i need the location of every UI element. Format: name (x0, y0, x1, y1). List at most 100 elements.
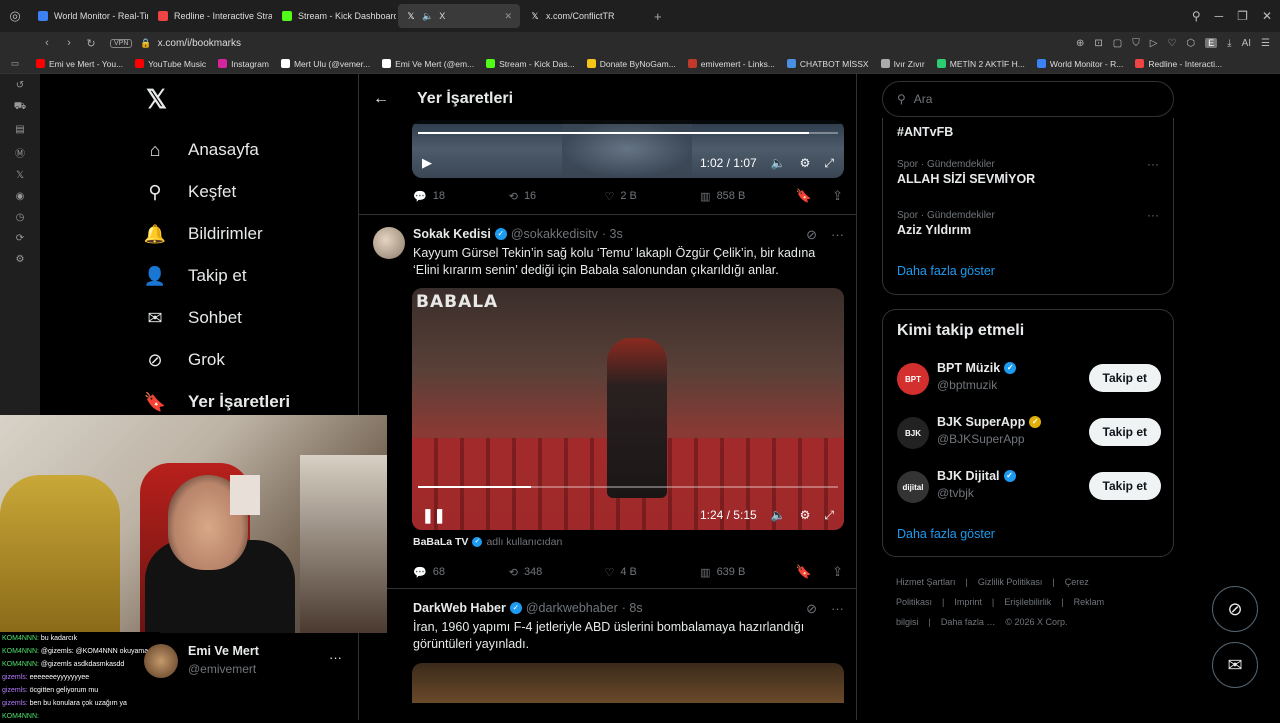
nav-item-1[interactable]: ⚲ Keşfet (140, 171, 360, 213)
play-icon[interactable]: ▶ (422, 155, 432, 171)
bookmark-icon[interactable]: 🔖 (796, 564, 812, 580)
suggestion-row[interactable]: BJK BJK SuperApp ✓ @BJKSuperApp Takip et (897, 414, 1161, 454)
sidebar-toggle-icon[interactable]: ▭ (0, 58, 30, 69)
settings-icon[interactable]: ⚙ (800, 156, 811, 170)
more-icon[interactable]: ··· (831, 227, 844, 243)
nav-item-5[interactable]: ⊘ Grok (140, 339, 360, 381)
show-more-link[interactable]: Daha fazla göster (897, 264, 995, 278)
bookmark-item[interactable]: Instagram (212, 59, 275, 69)
bookmark-item[interactable]: Redline - Interacti... (1129, 59, 1228, 69)
close-window-icon[interactable]: ✕ (1262, 9, 1272, 23)
minimize-icon[interactable]: ─ (1215, 9, 1224, 23)
trend-item[interactable]: Spor · Gündemdekiler ALLAH SİZİ SEVMİYOR… (897, 157, 1159, 186)
close-tab-icon[interactable]: ✕ (504, 11, 512, 22)
footer-link[interactable]: Gizlilik Politikası (978, 577, 1043, 587)
show-more-link[interactable]: Daha fazla göster (897, 527, 995, 541)
messages-fab-button[interactable]: ✉ (1212, 642, 1258, 688)
ai-icon[interactable]: AI (1242, 38, 1251, 49)
nav-item-3[interactable]: 👤 Takip et (140, 255, 360, 297)
browser-tab-active[interactable]: 𝕏 🔈 X ✕ (398, 4, 520, 28)
shield-icon[interactable]: ⛉ (1132, 38, 1140, 49)
share-icon[interactable]: ⇪ (832, 188, 843, 204)
bookmark-icon[interactable]: 🔖 (796, 188, 812, 204)
bookmark-item[interactable]: Ivır Zıvır (875, 59, 931, 69)
source-name[interactable]: BaBaLa TV (413, 536, 468, 548)
tweet[interactable]: Sokak Kedisi ✓ @sokakkedisitv · 3s ⊘ ···… (359, 214, 856, 584)
author-handle[interactable]: @darkwebhaber (526, 601, 618, 615)
browser-tab[interactable]: Stream - Kick Dashboard (274, 4, 396, 28)
bag-icon[interactable]: ⛟ (14, 101, 27, 114)
account-switcher[interactable]: Emi Ve Mert @emivemert ··· (140, 640, 358, 684)
tweet-time[interactable]: · 8s (622, 601, 643, 615)
author-handle[interactable]: @sokakkedisitv (511, 227, 598, 241)
url-field[interactable]: x.com/i/bookmarks (158, 38, 241, 49)
browser-tab[interactable]: Redline - Interactive Strat (150, 4, 272, 28)
nav-item-2[interactable]: 🔔 Bildirimler (140, 213, 360, 255)
settings-icon[interactable]: ⚙ (16, 254, 25, 265)
suggestion-row[interactable]: dijital BJK Dijital ✓ @tvbjk Takip et (897, 468, 1161, 508)
bookmark-item[interactable]: CHATBOT MİSSX (781, 59, 875, 69)
extensions-icon[interactable]: ⬡ (1186, 38, 1195, 49)
views-button[interactable]: ▥ 858 B (700, 190, 796, 203)
bookmark-item[interactable]: Stream - Kick Das... (480, 59, 581, 69)
volume-icon[interactable]: 🔈 (771, 156, 786, 170)
vpn-badge[interactable]: VPN (110, 38, 133, 48)
clock-icon[interactable]: ◷ (16, 212, 25, 223)
browser-tab[interactable]: 𝕏x.com/ConflictTR (522, 4, 644, 28)
follow-button[interactable]: Takip et (1088, 472, 1161, 500)
tweet[interactable]: DarkWeb Haber ✓ @darkwebhaber · 8s ⊘ ···… (359, 588, 856, 720)
footer-link[interactable]: Erişilebilirlik (1004, 597, 1051, 607)
restore-icon[interactable]: ❐ (1237, 9, 1248, 23)
reload-icon[interactable]: ↻ (82, 37, 100, 50)
volume-icon[interactable]: 🔈 (771, 508, 786, 522)
forward-icon[interactable]: › (60, 37, 78, 49)
menu-icon[interactable]: ☰ (1261, 38, 1270, 49)
bookmark-item[interactable]: emivemert - Links... (682, 59, 781, 69)
fullscreen-icon[interactable]: ⤢ (824, 156, 834, 171)
tweet-time[interactable]: · 3s (602, 227, 623, 241)
grok-icon[interactable]: ⊘ (806, 601, 817, 617)
views-button[interactable]: ▥ 639 B (700, 566, 796, 579)
footer-link[interactable]: © 2026 X Corp. (1005, 617, 1067, 627)
bookmark-item[interactable]: Mert Ulu (@vemer... (275, 59, 376, 69)
browser-tab[interactable]: World Monitor - Real-Time (30, 4, 148, 28)
nav-item-0[interactable]: ⌂ Anasayfa (140, 129, 360, 171)
bookmark-item[interactable]: YouTube Music (129, 59, 212, 69)
zoom-icon[interactable]: ⊕ (1076, 38, 1084, 49)
repost-button[interactable]: ⟲ 348 (509, 566, 605, 579)
bookmark-item[interactable]: Donate ByNoGam... (581, 59, 682, 69)
browser-menu-icon[interactable]: ◎ (0, 0, 30, 32)
like-button[interactable]: ♡ 2 B (604, 190, 700, 203)
back-arrow-icon[interactable]: ← (373, 90, 389, 108)
profile-badge[interactable]: E (1205, 38, 1218, 48)
more-icon[interactable]: ··· (1147, 157, 1159, 171)
like-button[interactable]: ♡ 4 B (604, 566, 700, 579)
bookmark-item[interactable]: METİN 2 AKTİF H... (931, 59, 1031, 69)
follow-button[interactable]: Takip et (1088, 364, 1161, 392)
footer-link[interactable]: Daha fazla … (941, 617, 996, 627)
grok-icon[interactable]: ⊘ (806, 227, 817, 243)
share-icon[interactable]: ⇪ (832, 564, 843, 580)
reply-button[interactable]: 💬 18 (413, 190, 509, 203)
m-icon[interactable]: Ⓜ (15, 145, 25, 160)
puzzle-icon[interactable]: ⟳ (16, 233, 24, 244)
more-icon[interactable]: ··· (329, 650, 342, 665)
fullscreen-icon[interactable]: ⤢ (824, 508, 834, 523)
bookmark-item[interactable]: Emi ve Mert - You... (30, 59, 129, 69)
speaker-icon[interactable]: 🔈 (422, 11, 433, 22)
camera-icon[interactable]: ⊡ (1094, 38, 1102, 49)
trend-item[interactable]: Spor · Gündemdekiler Aziz Yıldırım ··· (897, 208, 1159, 237)
screenshot-icon[interactable]: ▢ (1113, 38, 1122, 49)
avatar[interactable] (373, 227, 405, 259)
reply-button[interactable]: 💬 68 (413, 566, 509, 579)
new-tab-button[interactable]: + (646, 4, 670, 28)
back-icon[interactable]: ‹ (38, 37, 56, 49)
pause-icon[interactable]: ❚❚ (422, 507, 445, 524)
bookmark-item[interactable]: World Monitor - R... (1031, 59, 1130, 69)
search-input[interactable]: ⚲ Ara (882, 81, 1174, 117)
repost-button[interactable]: ⟲ 16 (509, 190, 605, 203)
nav-item-4[interactable]: ✉ Sohbet (140, 297, 360, 339)
bookmark-item[interactable]: Emi Ve Mert (@em... (376, 59, 480, 69)
search-tabs-icon[interactable]: ⚲ (1192, 9, 1201, 23)
news-icon[interactable]: ▤ (15, 124, 24, 135)
